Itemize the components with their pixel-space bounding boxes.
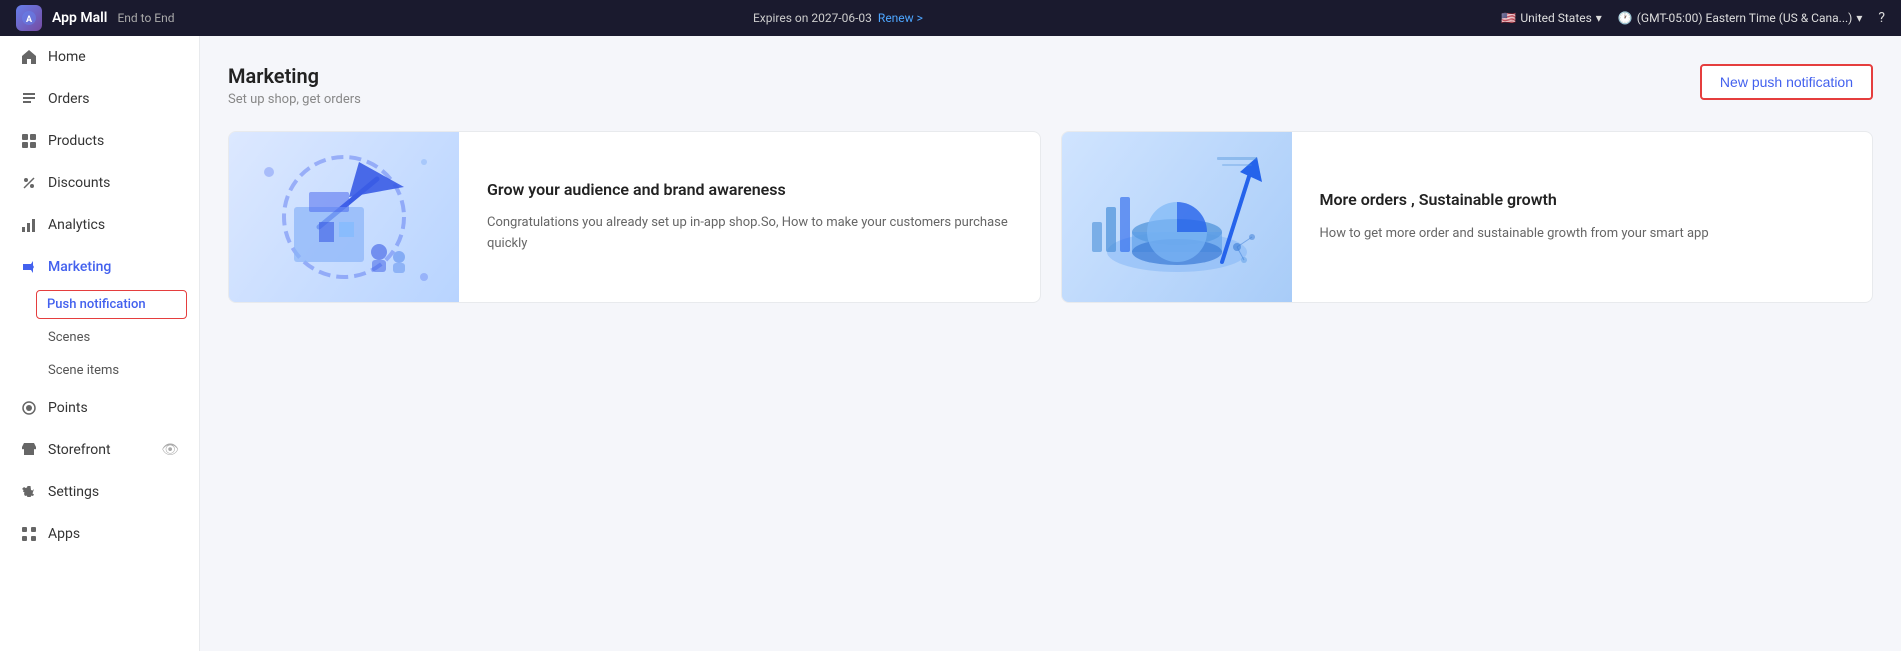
card-growth-content: More orders , Sustainable growth How to … — [1292, 132, 1737, 302]
home-icon — [20, 48, 38, 66]
points-icon — [20, 399, 38, 417]
country-selector[interactable]: 🇺🇸 United States ▾ — [1501, 11, 1601, 25]
page-subtitle: Set up shop, get orders — [228, 92, 361, 107]
orders-icon — [20, 90, 38, 108]
new-push-notification-button[interactable]: New push notification — [1700, 64, 1873, 100]
card-audience-title: Grow your audience and brand awareness — [487, 179, 1012, 201]
sidebar-item-storefront[interactable]: Storefront 👁 — [0, 429, 199, 471]
card-growth-image — [1062, 132, 1292, 302]
sidebar-item-home[interactable]: Home — [0, 36, 199, 78]
sidebar-label-storefront: Storefront — [48, 442, 111, 458]
expires-label: Expires on 2027-06-03 — [753, 11, 872, 25]
topbar: A App Mall End to End Expires on 2027-06… — [0, 0, 1901, 36]
country-chevron-icon: ▾ — [1596, 11, 1602, 25]
sidebar-item-orders[interactable]: Orders — [0, 78, 199, 120]
sidebar-subitem-scene-items[interactable]: Scene items — [0, 354, 199, 387]
sidebar-label-orders: Orders — [48, 91, 90, 107]
sidebar-label-settings: Settings — [48, 484, 99, 500]
app-logo: A — [16, 5, 42, 31]
sidebar-sublabel-scene-items: Scene items — [48, 363, 119, 378]
sidebar-item-settings[interactable]: Settings — [0, 471, 199, 513]
card-audience-content: Grow your audience and brand awareness C… — [459, 132, 1040, 302]
sidebar-label-discounts: Discounts — [48, 175, 110, 191]
renew-link[interactable]: Renew > — [878, 11, 923, 25]
analytics-icon — [20, 216, 38, 234]
sidebar-label-apps: Apps — [48, 526, 80, 542]
apps-icon — [20, 525, 38, 543]
topbar-mid: Expires on 2027-06-03 Renew > — [753, 11, 923, 25]
page-header: Marketing Set up shop, get orders New pu… — [228, 64, 1873, 107]
app-subtitle: End to End — [117, 11, 174, 25]
marketing-icon — [20, 258, 38, 276]
card-growth: More orders , Sustainable growth How to … — [1061, 131, 1874, 303]
sidebar-item-discounts[interactable]: Discounts — [0, 162, 199, 204]
card-audience-image — [229, 132, 459, 302]
svg-text:A: A — [26, 15, 33, 25]
topbar-left: A App Mall End to End — [16, 5, 175, 31]
sidebar-sublabel-scenes: Scenes — [48, 330, 90, 345]
sidebar-item-points[interactable]: Points — [0, 387, 199, 429]
timezone-label: (GMT-05:00) Eastern Time (US & Cana...) — [1637, 11, 1853, 25]
discounts-icon — [20, 174, 38, 192]
sidebar-item-apps[interactable]: Apps — [0, 513, 199, 555]
sidebar-item-products[interactable]: Products — [0, 120, 199, 162]
products-icon — [20, 132, 38, 150]
sidebar-item-marketing[interactable]: Marketing — [0, 246, 199, 288]
sidebar-subitem-push-notification[interactable]: Push notification — [36, 290, 187, 319]
card-growth-desc: How to get more order and sustainable gr… — [1320, 224, 1709, 245]
sidebar-label-points: Points — [48, 400, 88, 416]
timezone-selector[interactable]: 🕐 (GMT-05:00) Eastern Time (US & Cana...… — [1618, 11, 1863, 25]
clock-icon: 🕐 — [1618, 11, 1633, 25]
eye-icon[interactable]: 👁 — [161, 442, 179, 458]
flag-icon: 🇺🇸 — [1501, 11, 1516, 25]
storefront-icon — [20, 441, 38, 459]
sidebar-label-products: Products — [48, 133, 104, 149]
tz-chevron-icon: ▾ — [1856, 11, 1862, 25]
sidebar-sublabel-push-notification: Push notification — [47, 297, 146, 312]
sidebar-label-analytics: Analytics — [48, 217, 105, 233]
sidebar-label-marketing: Marketing — [48, 259, 111, 275]
cards-row: Grow your audience and brand awareness C… — [228, 131, 1873, 303]
settings-icon — [20, 483, 38, 501]
country-label: United States — [1520, 11, 1591, 25]
sidebar: Home Orders Products Discounts — [0, 36, 200, 651]
card-audience: Grow your audience and brand awareness C… — [228, 131, 1041, 303]
app-name: App Mall — [52, 10, 107, 26]
card-growth-title: More orders , Sustainable growth — [1320, 189, 1709, 211]
topbar-right: 🇺🇸 United States ▾ 🕐 (GMT-05:00) Eastern… — [1501, 10, 1885, 26]
sidebar-subitem-scenes[interactable]: Scenes — [0, 321, 199, 354]
page-title: Marketing — [228, 64, 361, 88]
card-audience-desc: Congratulations you already set up in-ap… — [487, 213, 1012, 255]
help-icon[interactable]: ? — [1878, 10, 1885, 26]
layout: Home Orders Products Discounts — [0, 36, 1901, 651]
sidebar-label-home: Home — [48, 49, 86, 65]
sidebar-item-analytics[interactable]: Analytics — [0, 204, 199, 246]
page-header-left: Marketing Set up shop, get orders — [228, 64, 361, 107]
main-content: Marketing Set up shop, get orders New pu… — [200, 36, 1901, 651]
